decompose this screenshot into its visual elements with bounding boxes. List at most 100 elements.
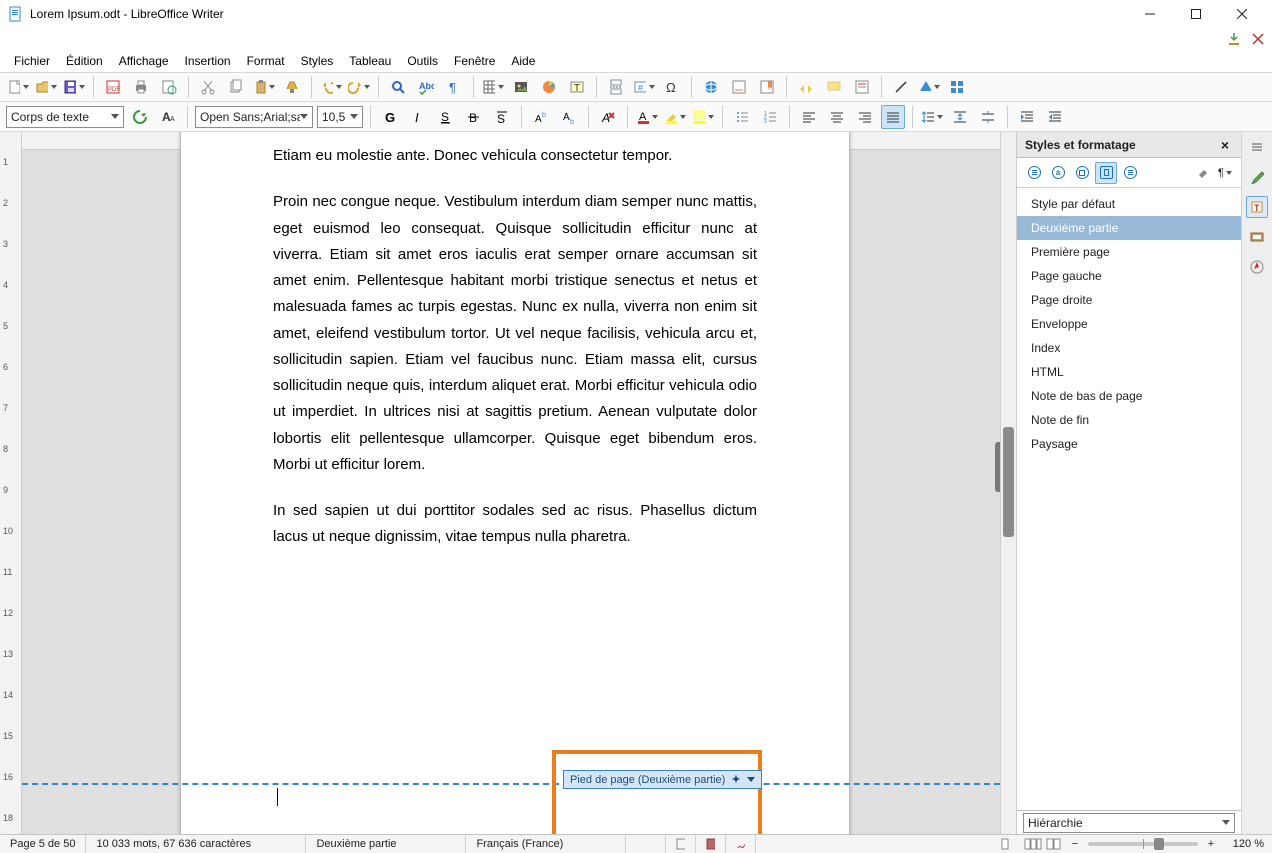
comment-button[interactable] xyxy=(822,75,846,99)
style-row[interactable]: Enveloppe xyxy=(1017,312,1241,336)
export-pdf-button[interactable]: PDF xyxy=(101,75,125,99)
new-style-button[interactable]: AA xyxy=(156,105,180,129)
close-button[interactable] xyxy=(1220,0,1264,28)
style-row[interactable]: Deuxième partie xyxy=(1017,216,1241,240)
scroll-thumb[interactable] xyxy=(1003,427,1014,537)
image-button[interactable] xyxy=(509,75,533,99)
line-spacing-button[interactable] xyxy=(920,105,944,129)
italic-button[interactable]: I xyxy=(406,105,430,129)
style-row[interactable]: Page droite xyxy=(1017,288,1241,312)
close-doc-icon[interactable] xyxy=(1250,31,1266,47)
increase-para-space-button[interactable] xyxy=(948,105,972,129)
style-row[interactable]: Page gauche xyxy=(1017,264,1241,288)
subscript-button[interactable]: Ab xyxy=(557,105,581,129)
update-style-button[interactable] xyxy=(128,105,152,129)
copy-button[interactable] xyxy=(224,75,248,99)
decrease-indent-button[interactable] xyxy=(1043,105,1067,129)
style-row[interactable]: Paysage xyxy=(1017,432,1241,456)
zoom-out-button[interactable]: − xyxy=(1068,838,1082,850)
track-changes-button[interactable] xyxy=(850,75,874,99)
style-row[interactable]: Note de fin xyxy=(1017,408,1241,432)
shapes-button[interactable] xyxy=(917,75,941,99)
paragraph[interactable]: Proin nec congue neque. Vestibulum inter… xyxy=(273,189,757,478)
line-button[interactable] xyxy=(889,75,913,99)
cut-button[interactable] xyxy=(196,75,220,99)
signature-status[interactable] xyxy=(726,835,756,853)
vertical-scrollbar[interactable] xyxy=(1000,132,1016,834)
char-bg-button[interactable]: A xyxy=(691,105,715,129)
style-row[interactable]: Index xyxy=(1017,336,1241,360)
menu-view[interactable]: Affichage xyxy=(111,52,177,70)
menu-table[interactable]: Tableau xyxy=(341,52,399,70)
document-area[interactable]: 1234567891011121314151617 Etiam eu moles… xyxy=(22,132,1000,834)
formatting-marks-button[interactable]: ¶ xyxy=(442,75,466,99)
paste-button[interactable] xyxy=(252,75,276,99)
number-list-button[interactable]: 123 xyxy=(758,105,782,129)
clone-format-button[interactable] xyxy=(280,75,304,99)
spellcheck-button[interactable]: Abc xyxy=(414,75,438,99)
character-styles-tab[interactable]: a xyxy=(1047,162,1069,184)
align-justify-button[interactable] xyxy=(881,105,905,129)
list-styles-tab[interactable] xyxy=(1119,162,1141,184)
strike-button[interactable]: B xyxy=(462,105,486,129)
special-char-button[interactable]: Ω xyxy=(660,75,684,99)
insert-mode[interactable] xyxy=(626,835,666,853)
chart-button[interactable] xyxy=(537,75,561,99)
page-styles-tab[interactable] xyxy=(1095,162,1117,184)
increase-indent-button[interactable] xyxy=(1015,105,1039,129)
sidebar-settings-button[interactable] xyxy=(1246,136,1268,158)
maximize-button[interactable] xyxy=(1174,0,1218,28)
page-break-button[interactable] xyxy=(604,75,628,99)
menu-tools[interactable]: Outils xyxy=(399,52,446,70)
paragraph-style-combo[interactable]: Corps de texte xyxy=(6,106,124,128)
view-layout-single[interactable] xyxy=(988,835,1022,853)
textbox-button[interactable]: T xyxy=(565,75,589,99)
font-name-combo[interactable]: Open Sans;Arial;sans xyxy=(195,106,313,128)
zoom-slider[interactable] xyxy=(1088,842,1198,846)
open-button[interactable] xyxy=(34,75,58,99)
view-layout-multi[interactable] xyxy=(1022,835,1044,853)
footer-dropdown[interactable]: Pied de page (Deuxième partie)✦ xyxy=(563,770,762,789)
superscript-button[interactable]: Ab xyxy=(529,105,553,129)
paragraph-styles-tab[interactable] xyxy=(1023,162,1045,184)
navigator-tab[interactable] xyxy=(1246,256,1268,278)
decrease-para-space-button[interactable] xyxy=(976,105,1000,129)
clear-format-button[interactable]: A xyxy=(596,105,620,129)
properties-tab[interactable] xyxy=(1246,166,1268,188)
style-list[interactable]: Style par défautDeuxième partiePremière … xyxy=(1017,188,1241,810)
style-row[interactable]: Note de bas de page xyxy=(1017,384,1241,408)
find-button[interactable] xyxy=(386,75,410,99)
grid-button[interactable] xyxy=(945,75,969,99)
underline-button[interactable]: S xyxy=(434,105,458,129)
page-style-indicator[interactable]: Deuxième partie xyxy=(306,835,466,853)
align-center-button[interactable] xyxy=(825,105,849,129)
font-size-combo[interactable]: 10,5 xyxy=(317,106,363,128)
frame-styles-tab[interactable] xyxy=(1071,162,1093,184)
style-row[interactable]: HTML xyxy=(1017,360,1241,384)
page-indicator[interactable]: Page 5 de 50 xyxy=(0,835,86,853)
styles-tab[interactable]: T xyxy=(1246,196,1268,218)
bookmark-button[interactable] xyxy=(755,75,779,99)
style-row[interactable]: Première page xyxy=(1017,240,1241,264)
panel-close-button[interactable]: × xyxy=(1217,137,1233,153)
overline-button[interactable]: S xyxy=(490,105,514,129)
view-layout-book[interactable] xyxy=(1044,835,1064,853)
align-right-button[interactable] xyxy=(853,105,877,129)
table-button[interactable] xyxy=(481,75,505,99)
hyperlink-button[interactable] xyxy=(699,75,723,99)
print-button[interactable] xyxy=(129,75,153,99)
menu-format[interactable]: Format xyxy=(239,52,293,70)
minimize-button[interactable] xyxy=(1128,0,1172,28)
menu-file[interactable]: Fichier xyxy=(6,52,58,70)
undo-button[interactable] xyxy=(319,75,343,99)
new-doc-button[interactable] xyxy=(6,75,30,99)
menu-window[interactable]: Fenêtre xyxy=(446,52,503,70)
font-color-button[interactable]: A xyxy=(635,105,659,129)
bullet-list-button[interactable] xyxy=(730,105,754,129)
style-filter-combo[interactable]: Hiérarchie xyxy=(1023,813,1235,833)
highlight-button[interactable] xyxy=(663,105,687,129)
bold-button[interactable]: G xyxy=(378,105,402,129)
menu-insert[interactable]: Insertion xyxy=(177,52,239,70)
footnote-button[interactable] xyxy=(727,75,751,99)
paragraph[interactable]: Etiam eu molestie ante. Donec vehicula c… xyxy=(273,143,757,169)
